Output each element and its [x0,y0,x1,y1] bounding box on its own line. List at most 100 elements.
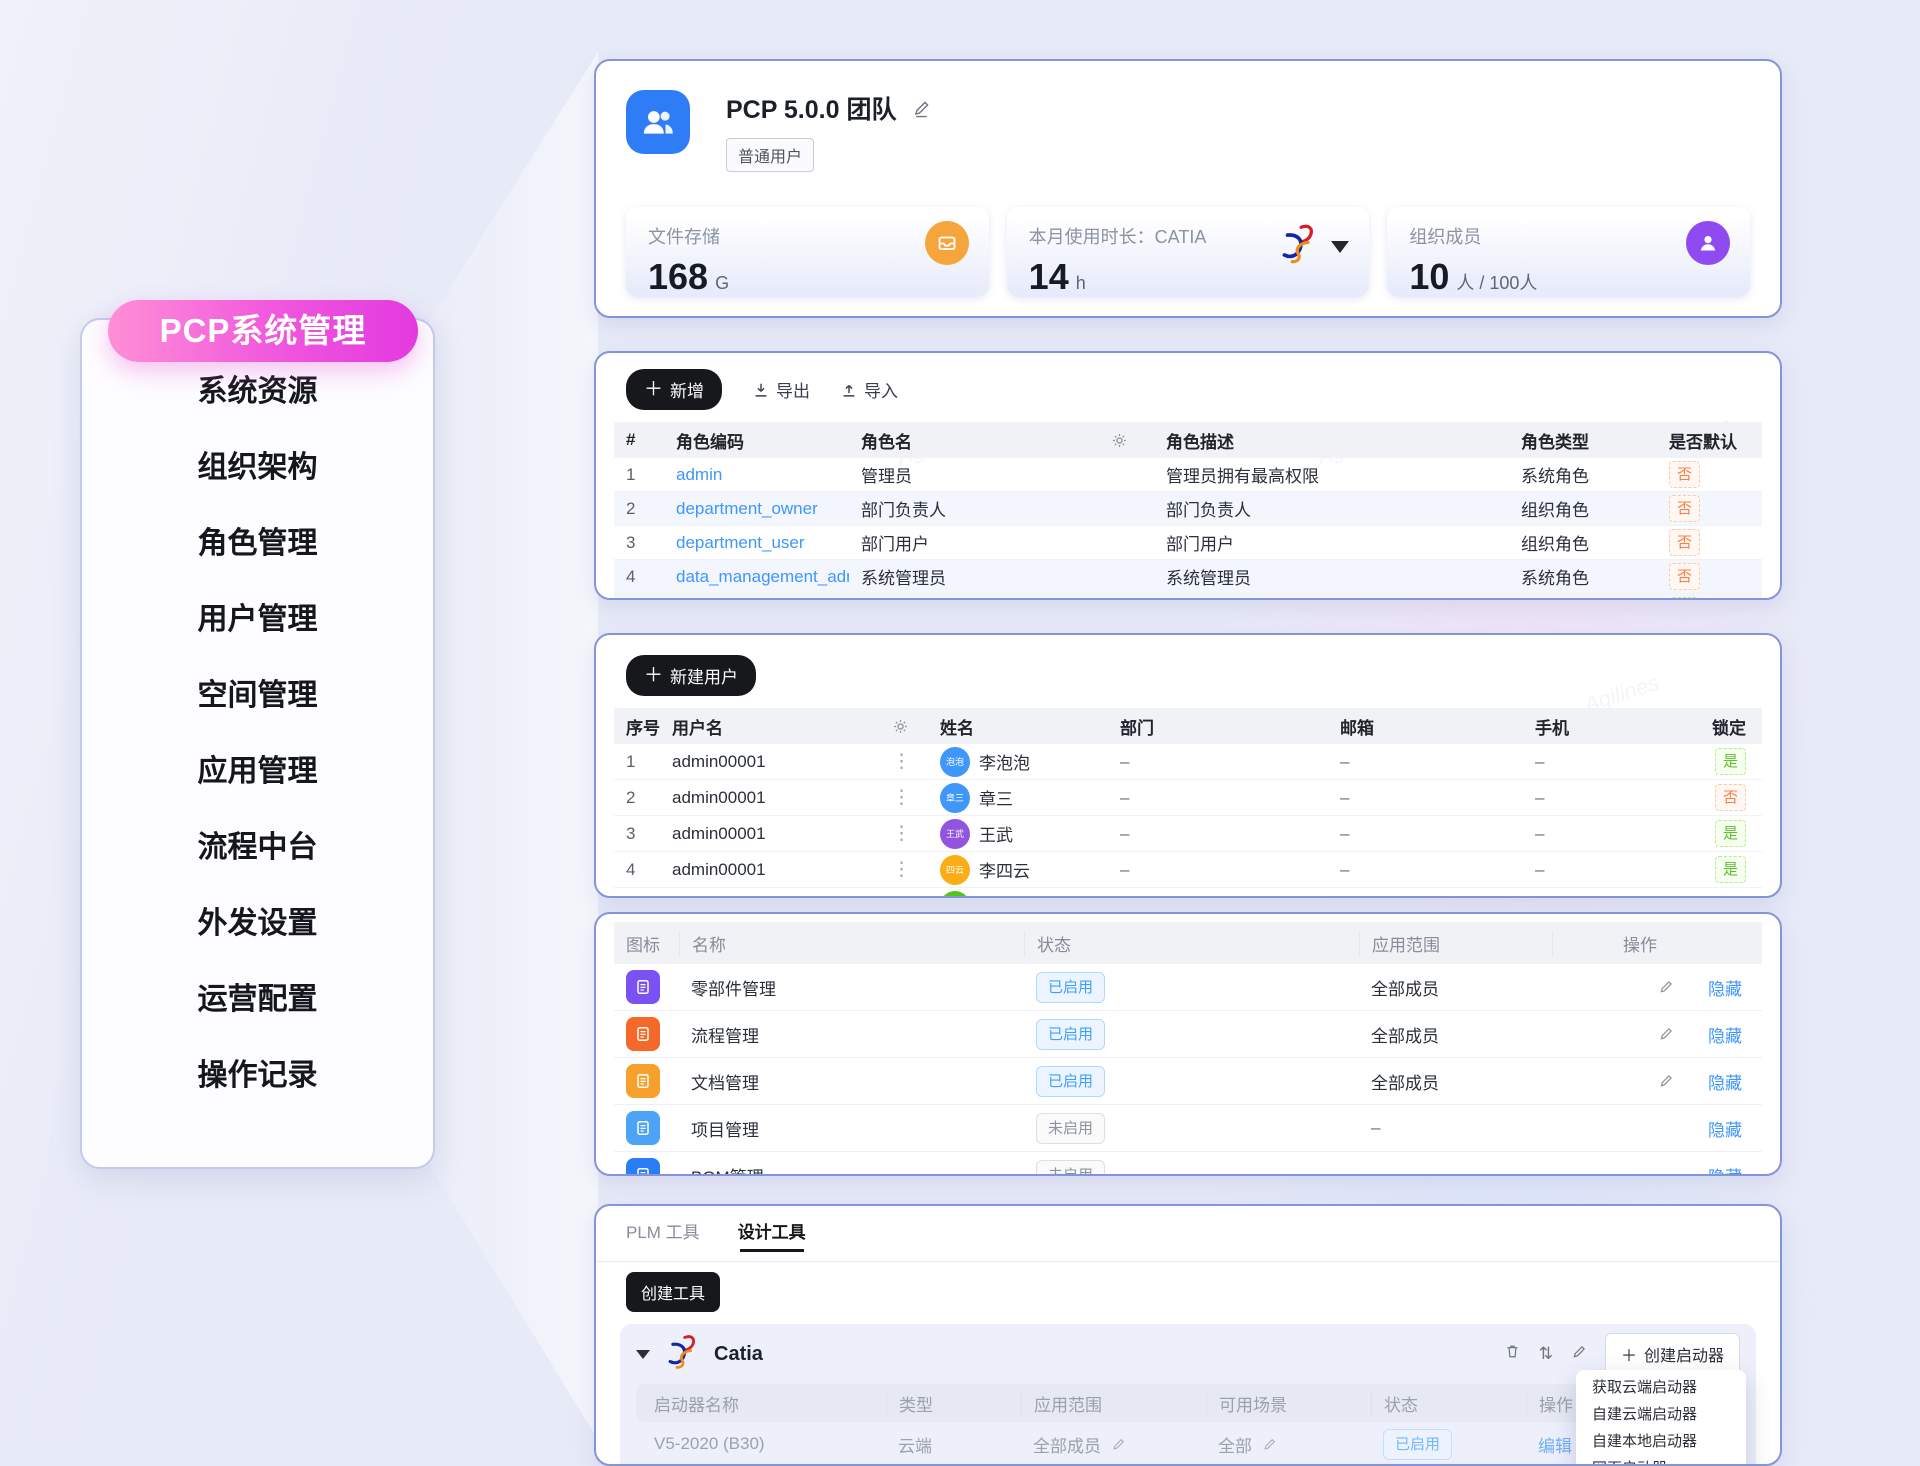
column-settings-icon[interactable] [880,718,928,735]
sidebar-item-9[interactable]: 操作记录 [82,1038,433,1114]
launcher-scene: 全部 [1218,1432,1252,1457]
role-code-link[interactable]: department_user [676,533,805,552]
hide-action-link[interactable]: 隐藏 [1708,975,1742,1000]
table-row: 项目管理 未启用 – 隐藏 [614,1105,1762,1152]
launcher-type: 云端 [886,1432,1021,1457]
stat-storage: 文件存储 168G [626,207,989,297]
sort-icon[interactable]: ⇅ [1539,1344,1553,1364]
stat-usage: 本月使用时长：CATIA 14h [1007,207,1370,297]
edit-group-icon[interactable] [1571,1344,1587,1365]
table-row: 4 data_management_admin 系统管理员 系统管理员 系统角色… [614,560,1762,594]
default-badge: 否 [1669,461,1700,488]
table-row: 零部件管理 已启用 全部成员 隐藏 [614,964,1762,1011]
stat-label: 组织成员 [1409,223,1728,249]
edit-icon[interactable] [1658,1073,1674,1089]
plus-icon: ＋ [644,666,663,685]
team-avatar-icon [626,90,690,154]
sidebar-item-5[interactable]: 应用管理 [82,734,433,810]
import-button[interactable]: 导入 [840,377,898,402]
role-code-link[interactable]: data_management_admin [676,567,849,586]
edit-icon[interactable] [1658,979,1674,995]
users-card: Agilines ＋ 新建用户 序号 用户名 姓名 部门 邮箱 手机 锁定 1 … [594,633,1782,898]
avatar: 章三 [940,783,970,813]
sidebar-item-7[interactable]: 外发设置 [82,886,433,962]
tools-tabs: PLM 工具 设计工具 [596,1206,1780,1262]
avatar: 四云 [940,855,970,885]
stat-value: 14 [1029,256,1069,297]
sidebar-item-2[interactable]: 角色管理 [82,506,433,582]
members-icon [1686,221,1730,265]
table-row: BOM管理 未启用 – 隐藏 [614,1152,1762,1176]
chevron-down-icon[interactable] [1331,241,1349,253]
table-row: 1 admin00001 ⋮ 泡泡李泡泡 – – – 是 [614,744,1762,780]
role-code-link[interactable]: admin [676,465,722,484]
hide-action-link[interactable]: 隐藏 [1708,1163,1742,1177]
default-badge: 是 [1669,597,1700,600]
delete-icon[interactable] [1504,1343,1521,1365]
export-button[interactable]: 导出 [752,377,810,402]
sidebar-item-6[interactable]: 流程中台 [82,810,433,886]
team-title: PCP 5.0.0 团队 [726,90,896,126]
row-menu-icon[interactable]: ⋮ [892,787,911,808]
sidebar-item-1[interactable]: 组织架构 [82,430,433,506]
hide-action-link[interactable]: 隐藏 [1708,1022,1742,1047]
default-badge: 否 [1669,495,1700,522]
row-menu-icon[interactable]: ⋮ [892,751,911,772]
default-badge: 否 [1669,529,1700,556]
lock-badge: 是 [1715,748,1746,775]
menu-item-3[interactable]: 网页启动器 [1576,1455,1746,1466]
edit-icon[interactable] [1111,1437,1126,1452]
app-name: 流程管理 [679,1022,1024,1047]
dassault-systemes-logo [662,1332,702,1377]
launcher-scope: 全部成员 [1033,1432,1101,1457]
create-launcher-button[interactable]: ＋ 创建启动器 [1605,1333,1740,1375]
app-table-body: 零部件管理 已启用 全部成员 隐藏 流程管理 已启用 全部成员 隐藏 文档管理 … [614,964,1762,1176]
lock-badge: 是 [1715,820,1746,847]
hide-action-link[interactable]: 隐藏 [1708,1069,1742,1094]
row-menu-icon[interactable]: ⋮ [892,859,911,880]
add-user-button[interactable]: ＋ 新建用户 [626,655,756,696]
create-tool-badge[interactable]: 创建工具 [626,1272,720,1312]
user-name: 李泡泡 [979,749,1030,774]
role-code-link[interactable]: department_owner [676,499,818,518]
sidebar-item-8[interactable]: 运营配置 [82,962,433,1038]
column-settings-icon[interactable] [1111,432,1128,449]
download-icon [752,381,770,399]
launcher-action-link[interactable]: 编辑 [1538,1437,1572,1456]
status-badge: 已启用 [1036,1019,1105,1050]
menu-item-0[interactable]: 获取云端启动器 [1576,1374,1746,1401]
table-row: 系统角色 是 [614,594,1762,600]
username: admin00001 [660,788,880,808]
app-icon [626,970,660,1004]
avatar: 泡泡 [940,747,970,777]
collapse-icon[interactable] [636,1350,650,1359]
add-role-button[interactable]: ＋ 新增 [626,369,722,410]
app-name: 项目管理 [679,1116,1024,1141]
stat-value: 10 [1409,256,1449,297]
stat-unit: G [715,273,729,293]
menu-item-1[interactable]: 自建云端启动器 [1576,1401,1746,1428]
row-menu-icon[interactable]: ⋮ [892,823,911,844]
dassault-systemes-logo [1275,221,1321,272]
stat-unit: h [1076,273,1086,293]
app-icon [626,1158,660,1176]
sidebar-item-3[interactable]: 用户管理 [82,582,433,658]
hide-action-link[interactable]: 隐藏 [1708,1116,1742,1141]
roles-card: Agilines Agilines Agilines ＋ 新增 导出 导入 # … [594,351,1782,600]
menu-item-2[interactable]: 自建本地启动器 [1576,1428,1746,1455]
edit-icon[interactable] [1658,1026,1674,1042]
edit-icon[interactable] [1262,1437,1277,1452]
table-row [614,888,1762,898]
sidebar-item-0[interactable]: 系统资源 [82,354,433,430]
sidebar: 系统资源组织架构角色管理用户管理空间管理应用管理流程中台外发设置运营配置操作记录 [80,318,435,1169]
team-card: PCP 5.0.0 团队 普通用户 文件存储 168G 本月使用时长：CATIA… [594,59,1782,318]
sidebar-item-4[interactable]: 空间管理 [82,658,433,734]
table-row: 流程管理 已启用 全部成员 隐藏 [614,1011,1762,1058]
status-badge: 已启用 [1036,1066,1105,1097]
table-row: 1 admin 管理员 管理员拥有最高权限 系统角色 否 [614,458,1762,492]
user-name: 王武 [979,821,1013,846]
tab-design-tools[interactable]: 设计工具 [738,1218,806,1251]
edit-team-name-icon[interactable] [912,99,931,118]
app-name: BOM管理 [679,1163,1024,1177]
tab-plm-tools[interactable]: PLM 工具 [626,1218,700,1251]
